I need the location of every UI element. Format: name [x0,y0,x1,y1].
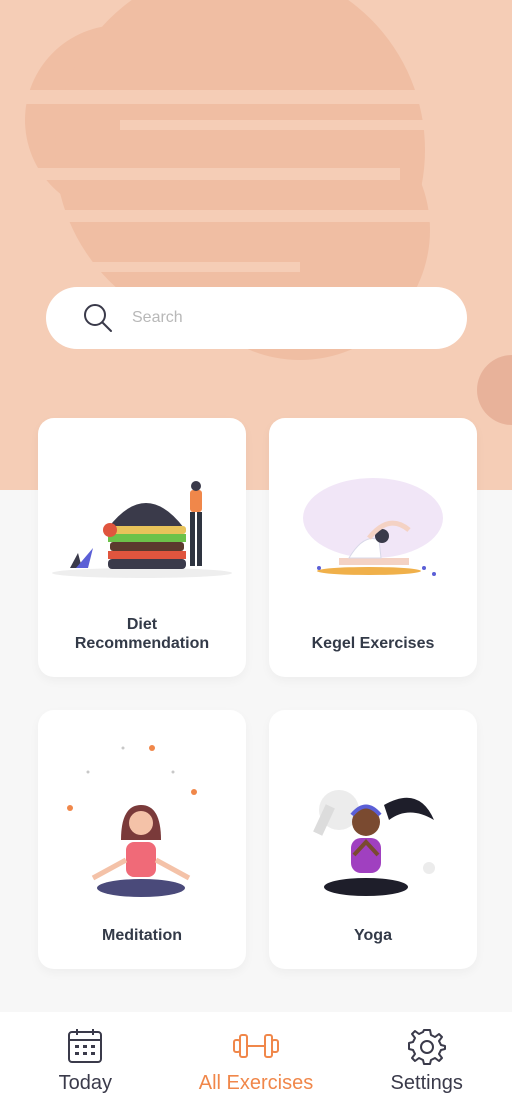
tab-label: Settings [390,1072,463,1094]
yoga-woman-illustration [313,790,435,896]
card-yoga[interactable]: Yoga [269,710,477,969]
card-label: Diet Recommendation [74,616,210,652]
search-bar[interactable] [46,287,467,349]
card-label: Kegel Exercises [311,635,435,652]
search-icon [84,304,112,332]
bottom-tab-bar: Today All Exercises Settings [0,1012,512,1109]
gear-icon [407,1029,446,1065]
calendar-icon [68,1029,103,1063]
burger-person-illustration [52,481,232,578]
dumbbell-icon [233,1034,279,1058]
card-kegel-exercises[interactable]: Kegel Exercises [269,418,477,677]
header-background [0,0,512,490]
card-diet-recommendation[interactable]: Diet Recommendation [38,418,246,677]
search-input[interactable] [132,309,432,327]
card-label: Yoga [354,927,392,944]
stretching-woman-illustration [303,478,443,576]
card-label: Meditation [102,927,182,944]
card-meditation[interactable]: Meditation [38,710,246,969]
tab-label: All Exercises [198,1072,314,1094]
meditating-woman-illustration [67,745,197,897]
decorative-clouds [0,0,512,425]
tab-today[interactable]: Today [0,1012,171,1109]
tab-all-exercises[interactable]: All Exercises [171,1012,342,1109]
tab-settings[interactable]: Settings [341,1012,512,1109]
tab-label: Today [58,1072,113,1094]
